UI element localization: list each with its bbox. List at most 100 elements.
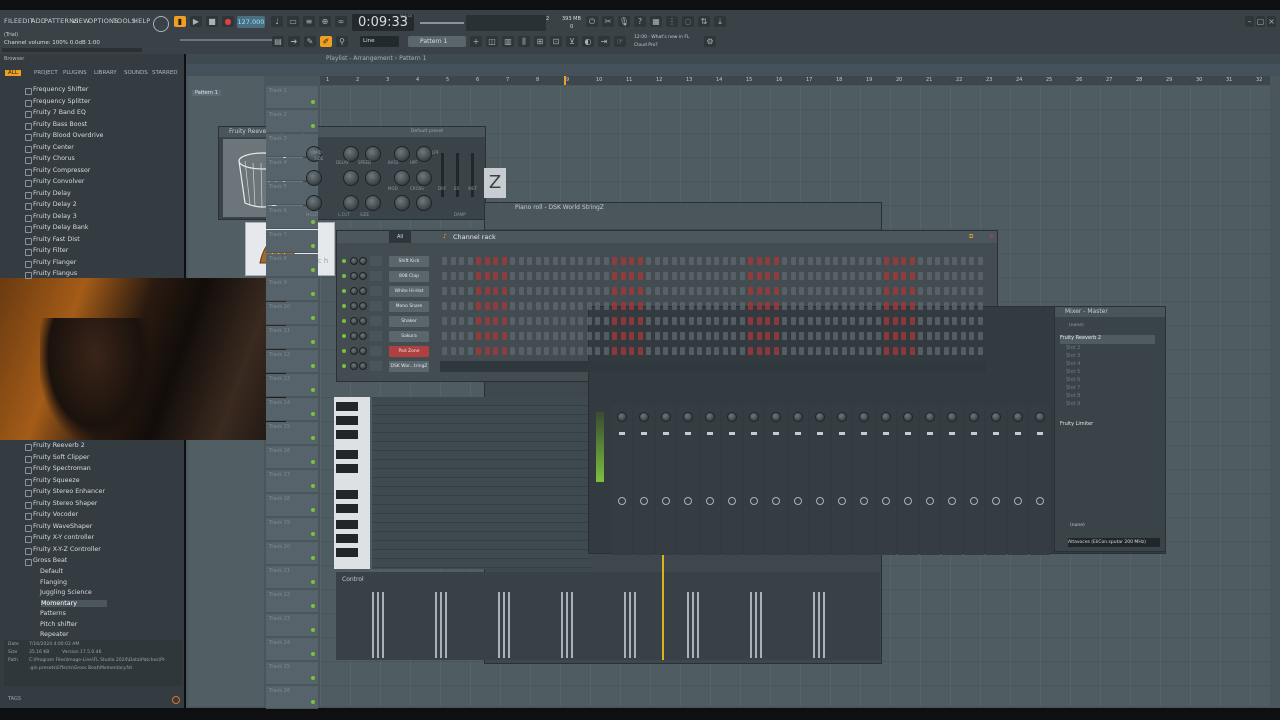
- step-button[interactable]: [544, 287, 549, 295]
- step-button[interactable]: [773, 302, 779, 310]
- track-header[interactable]: Track 13: [266, 374, 318, 397]
- step-button[interactable]: [850, 272, 855, 280]
- step-button[interactable]: [969, 257, 974, 265]
- step-button[interactable]: [722, 257, 728, 265]
- step-button[interactable]: [518, 347, 524, 355]
- step-button[interactable]: [671, 272, 677, 280]
- track-header[interactable]: Track 11: [266, 326, 318, 349]
- step-button[interactable]: [807, 302, 813, 310]
- mixer-pan-knob[interactable]: [947, 412, 957, 422]
- step-button[interactable]: [816, 272, 821, 280]
- browser-item[interactable]: Fruity Compressor: [33, 167, 90, 174]
- velocity-bar[interactable]: [750, 592, 752, 658]
- step-button[interactable]: [569, 287, 575, 295]
- channel-button[interactable]: Shaker: [389, 316, 429, 327]
- step-button[interactable]: [739, 272, 745, 280]
- reverb-knob[interactable]: [394, 195, 410, 211]
- step-button[interactable]: [671, 287, 677, 295]
- reverb-knob[interactable]: [416, 195, 432, 211]
- step-button[interactable]: [654, 332, 660, 340]
- channel-button[interactable]: Mono Snare: [389, 301, 429, 312]
- step-button[interactable]: [612, 317, 617, 325]
- step-button[interactable]: [977, 287, 983, 295]
- step-button[interactable]: [484, 287, 490, 295]
- tab-plugins[interactable]: PLUGINS: [63, 70, 87, 76]
- step-button[interactable]: [484, 302, 490, 310]
- step-button[interactable]: [663, 317, 668, 325]
- mixer-strip[interactable]: [1008, 405, 1028, 555]
- channel-pan-knob[interactable]: [350, 347, 358, 355]
- step-button[interactable]: [748, 332, 753, 340]
- ruler-bar-number[interactable]: 14: [716, 77, 722, 83]
- mixer-pan-knob[interactable]: [969, 412, 979, 422]
- step-button[interactable]: [442, 332, 447, 340]
- tempo-display[interactable]: 127.000: [237, 16, 265, 28]
- track-led[interactable]: [311, 220, 315, 224]
- step-button[interactable]: [493, 272, 498, 280]
- velocity-bar[interactable]: [624, 592, 626, 658]
- step-button[interactable]: [909, 347, 915, 355]
- track-header[interactable]: Track 8: [266, 254, 318, 277]
- step-button[interactable]: [909, 287, 915, 295]
- step-button[interactable]: [603, 272, 609, 280]
- mixer-bottom-preset[interactable]: (none): [1070, 523, 1085, 528]
- step-button[interactable]: [442, 317, 447, 325]
- step-button[interactable]: [892, 287, 898, 295]
- browser-item[interactable]: Fruity Squeeze: [33, 477, 80, 484]
- velocity-bar[interactable]: [372, 592, 374, 658]
- step-button[interactable]: [620, 332, 626, 340]
- step-button[interactable]: [790, 347, 796, 355]
- reverb-knob[interactable]: [365, 195, 381, 211]
- mixer-fader[interactable]: [993, 432, 999, 435]
- step-button[interactable]: [884, 257, 889, 265]
- step-button[interactable]: [459, 317, 464, 325]
- mixer-strip[interactable]: [612, 405, 632, 555]
- step-button[interactable]: [739, 257, 745, 265]
- step-button[interactable]: [918, 332, 923, 340]
- step-button[interactable]: [722, 302, 728, 310]
- step-button[interactable]: [867, 332, 872, 340]
- step-button[interactable]: [680, 332, 685, 340]
- ruler-bar-number[interactable]: 13: [686, 77, 692, 83]
- step-button[interactable]: [518, 257, 524, 265]
- track-led[interactable]: [311, 700, 315, 704]
- step-button[interactable]: [518, 272, 524, 280]
- step-button[interactable]: [561, 332, 566, 340]
- mixer-strip[interactable]: [700, 405, 720, 555]
- ruler-bar-number[interactable]: 18: [836, 77, 842, 83]
- step-button[interactable]: [629, 302, 634, 310]
- mixer-strip[interactable]: [1030, 405, 1050, 555]
- track-led[interactable]: [311, 388, 315, 392]
- step-button[interactable]: [493, 257, 498, 265]
- step-button[interactable]: [561, 347, 566, 355]
- step-button[interactable]: [697, 347, 702, 355]
- step-button[interactable]: [858, 332, 864, 340]
- mixer-fader[interactable]: [773, 432, 779, 435]
- step-button[interactable]: [654, 302, 660, 310]
- mixer-route-icon[interactable]: [926, 497, 934, 505]
- step-button[interactable]: [586, 287, 592, 295]
- step-button[interactable]: [782, 347, 787, 355]
- step-button[interactable]: [824, 257, 830, 265]
- step-button[interactable]: [935, 287, 940, 295]
- step-button[interactable]: [552, 272, 558, 280]
- step-button[interactable]: [535, 257, 541, 265]
- step-button[interactable]: [960, 272, 966, 280]
- step-button[interactable]: [569, 272, 575, 280]
- step-button[interactable]: [833, 257, 838, 265]
- step-button[interactable]: [450, 317, 456, 325]
- step-button[interactable]: [739, 302, 745, 310]
- step-button[interactable]: [935, 272, 940, 280]
- mixer-strip[interactable]: [656, 405, 676, 555]
- browser-search[interactable]: Browser: [4, 56, 24, 62]
- step-button[interactable]: [960, 317, 966, 325]
- reverb-knob[interactable]: [306, 170, 322, 186]
- channel-mute-led[interactable]: [342, 304, 346, 308]
- step-button[interactable]: [739, 317, 745, 325]
- step-button[interactable]: [841, 257, 847, 265]
- step-button[interactable]: [518, 287, 524, 295]
- step-button[interactable]: [476, 332, 481, 340]
- pattern-selector[interactable]: Pattern 1: [408, 36, 466, 47]
- step-button[interactable]: [756, 257, 762, 265]
- step-button[interactable]: [527, 347, 532, 355]
